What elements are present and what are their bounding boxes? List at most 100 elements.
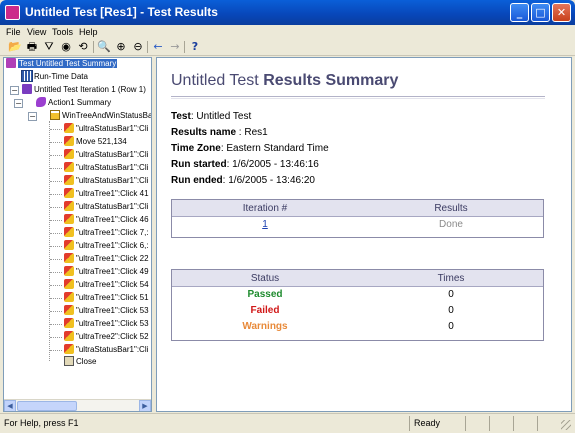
tree-connector — [50, 272, 62, 273]
info-run-started: Run started: 1/6/2005 - 13:46:16 — [171, 159, 319, 170]
collapse-action-toggle[interactable]: − — [14, 99, 23, 108]
tree-node-step[interactable]: "ultraStatusBar1":Cli — [64, 123, 148, 135]
menu-tools[interactable]: Tools — [52, 25, 73, 39]
step-label: Move 521,134 — [76, 137, 127, 146]
menu-view[interactable]: View — [27, 25, 46, 39]
tree-node-step[interactable]: "ultraTree2":Click 52 — [64, 331, 149, 343]
iteration-icon — [22, 84, 32, 94]
menu-file[interactable]: File — [6, 25, 21, 39]
menu-bar: File View Tools Help — [0, 25, 575, 39]
info-results-label: Results name — [171, 127, 237, 138]
tree-node-step[interactable]: "ultraTree1":Click 51 — [64, 292, 149, 304]
step-icon — [64, 292, 74, 302]
step-icon — [64, 149, 74, 159]
scroll-left-arrow-icon[interactable]: ◀ — [4, 400, 16, 411]
resize-grip-icon[interactable] — [561, 420, 571, 430]
title-test-name: Untitled Test — [171, 72, 264, 89]
tree-node-step[interactable]: "ultraTree1":Click 46 — [64, 214, 149, 226]
info-test: Test: Untitled Test — [171, 111, 251, 122]
scroll-right-arrow-icon[interactable]: ▶ — [139, 400, 151, 411]
tree-node-step[interactable]: "ultraStatusBar1":Cli — [64, 149, 148, 161]
table-row: Failed 0 — [172, 303, 543, 319]
step-icon — [64, 188, 74, 198]
close-step-icon — [64, 356, 74, 366]
app-icon[interactable] — [5, 5, 20, 20]
iteration-link[interactable]: 1 — [172, 217, 358, 233]
step-icon — [64, 175, 74, 185]
scroll-thumb[interactable] — [17, 401, 77, 411]
forward-arrow-icon[interactable]: → — [168, 40, 182, 54]
tree-connector — [50, 285, 62, 286]
failed-count: 0 — [448, 305, 454, 316]
tree-node-summary[interactable]: Test Untitled Test Summary — [6, 58, 118, 70]
tree-horizontal-scrollbar[interactable]: ◀ ▶ — [4, 399, 151, 411]
filter-icon[interactable]: ⛛ — [42, 40, 56, 54]
status-bar: For Help, press F1 Ready — [0, 413, 575, 433]
tree-node-step[interactable]: "ultraTree1":Click 41 — [64, 188, 149, 200]
step-icon — [64, 240, 74, 250]
zoom-in-icon[interactable]: ⊕ — [114, 40, 128, 54]
results-tree[interactable]: Test Untitled Test Summary Run-Time Data… — [3, 57, 152, 412]
back-arrow-icon[interactable]: ← — [151, 40, 165, 54]
tree-connector — [50, 311, 62, 312]
tree-node-step[interactable]: "ultraTree1":Click 54 — [64, 279, 149, 291]
tree-node-step[interactable]: "ultraTree1":Click 6,: — [64, 240, 149, 252]
table-row: 1 Done — [172, 217, 543, 233]
tree-node-runtime-data[interactable]: Run-Time Data — [21, 70, 88, 83]
step-label: "ultraTree2":Click 52 — [76, 332, 149, 341]
status-ready: Ready — [409, 416, 465, 431]
collapse-window-toggle[interactable]: − — [28, 112, 37, 121]
tree-node-step[interactable]: "ultraTree1":Click 22 — [64, 253, 149, 265]
preview-icon[interactable]: 🔍 — [97, 40, 111, 54]
print-icon[interactable]: 🖶 — [25, 40, 39, 54]
info-ended-label: Run ended — [171, 175, 223, 186]
tree-node-step[interactable]: "ultraTree1":Click 7,: — [64, 227, 149, 239]
step-label: "ultraTree1":Click 49 — [76, 267, 149, 276]
step-label: "ultraTree1":Click 6,: — [76, 241, 149, 250]
status-table-header: Status Times — [172, 270, 543, 287]
step-label: "ultraStatusBar1":Cli — [76, 124, 149, 133]
window-title: Untitled Test [Res1] - Test Results — [25, 5, 218, 19]
menu-help[interactable]: Help — [79, 25, 98, 39]
tree-node-step[interactable]: Move 521,134 — [64, 136, 127, 148]
jump-to-step-icon[interactable]: ⟲ — [76, 40, 90, 54]
zoom-out-icon[interactable]: ⊖ — [131, 40, 145, 54]
tree-node-step[interactable]: "ultraStatusBar1":Cli — [64, 201, 148, 213]
close-button[interactable]: ✕ — [552, 3, 571, 22]
collapse-iteration-toggle[interactable]: − — [10, 86, 19, 95]
tree-connector — [50, 129, 62, 130]
maximize-button[interactable]: □ — [531, 3, 550, 22]
step-icon — [64, 136, 74, 146]
title-bar[interactable]: Untitled Test [Res1] - Test Results _ □ … — [0, 0, 575, 25]
step-icon — [64, 162, 74, 172]
tree-node-step[interactable]: "ultraStatusBar1":Cli — [64, 175, 148, 187]
tree-node-step[interactable]: "ultraStatusBar1":Cli — [64, 162, 148, 174]
tree-node-step[interactable]: "ultraTree1":Click 53 — [64, 318, 149, 330]
times-column-header: Times — [437, 273, 465, 284]
tree-node-step[interactable]: "ultraStatusBar1":Cli — [64, 344, 148, 356]
tree-node-step[interactable]: "ultraTree1":Click 49 — [64, 266, 149, 278]
tree-node-step[interactable]: "ultraTree1":Click 53 — [64, 305, 149, 317]
step-icon — [64, 201, 74, 211]
info-started-value: : 1/6/2005 - 13:46:16 — [226, 159, 319, 170]
test-summary-icon — [6, 58, 16, 68]
tree-node-action[interactable]: Action1 Summary — [36, 97, 111, 109]
step-label: "ultraTree1":Click 22 — [76, 254, 149, 263]
tree-node-close-step[interactable]: Close — [64, 356, 96, 368]
open-icon[interactable]: 📂 — [8, 40, 22, 54]
step-icon — [64, 331, 74, 341]
step-icon — [64, 266, 74, 276]
minimize-button[interactable]: _ — [510, 3, 529, 22]
tree-node-window[interactable]: WinTreeAndWinStatusBa — [50, 110, 151, 122]
help-icon[interactable]: ? — [188, 40, 202, 54]
tree-node-iteration[interactable]: Untitled Test Iteration 1 (Row 1) — [22, 84, 146, 96]
status-help-text: For Help, press F1 — [4, 418, 79, 428]
toolbar-separator — [184, 41, 185, 53]
find-icon[interactable]: ◉ — [59, 40, 73, 54]
tree-connector — [50, 337, 62, 338]
status-passed: Passed — [247, 289, 283, 300]
passed-count: 0 — [448, 289, 454, 300]
info-run-ended: Run ended: 1/6/2005 - 13:46:20 — [171, 175, 315, 186]
step-label: "ultraTree1":Click 41 — [76, 189, 149, 198]
tree-connector — [50, 194, 62, 195]
